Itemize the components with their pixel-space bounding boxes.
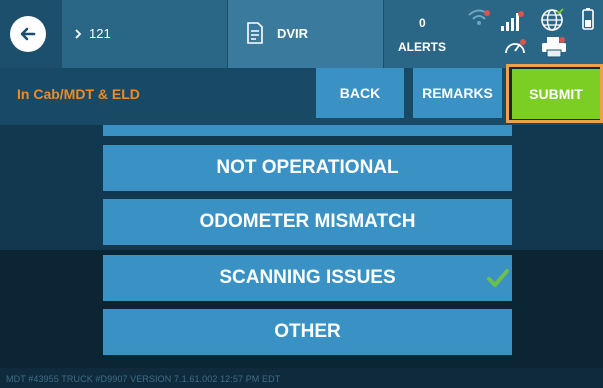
alerts-label: ALERTS — [398, 40, 446, 54]
globe-icon — [541, 8, 564, 31]
checkmark-icon — [487, 269, 509, 287]
submit-button[interactable]: SUBMIT — [512, 69, 600, 119]
signal-bars-icon — [501, 11, 524, 31]
printer-icon — [542, 37, 566, 58]
nav-text: 121 — [89, 26, 111, 41]
alerts-count: 0 — [419, 16, 426, 30]
alerts-segment[interactable] — [384, 0, 603, 68]
back-button[interactable]: BACK — [316, 68, 404, 118]
option-other[interactable]: OTHER — [103, 309, 512, 355]
nav-segment[interactable] — [62, 0, 227, 68]
option-label: OTHER — [274, 321, 341, 342]
gauge-icon — [505, 39, 526, 54]
battery-icon — [582, 8, 594, 30]
footer-status-text: MDT #43955 TRUCK #D9907 VERSION 7.1.61.0… — [6, 374, 281, 384]
option-odometer-mismatch[interactable]: ODOMETER MISMATCH — [103, 199, 512, 245]
option-label: NOT OPERATIONAL — [216, 157, 399, 178]
back-arrow-button[interactable] — [10, 16, 46, 52]
scrolled-option-edge[interactable] — [103, 125, 512, 136]
option-scanning-issues[interactable]: SCANNING ISSUES — [103, 255, 512, 301]
mode-label: In Cab/MDT & ELD — [17, 86, 140, 102]
dvir-label: DVIR — [277, 26, 309, 41]
option-not-operational[interactable]: NOT OPERATIONAL — [103, 145, 512, 191]
option-label: SCANNING ISSUES — [219, 267, 396, 288]
wifi-icon — [468, 9, 490, 25]
document-icon — [247, 22, 263, 44]
arrow-left-icon — [20, 27, 36, 41]
chevron-right-icon — [75, 29, 82, 39]
remarks-button[interactable]: REMARKS — [413, 68, 502, 118]
option-label: ODOMETER MISMATCH — [199, 211, 416, 232]
